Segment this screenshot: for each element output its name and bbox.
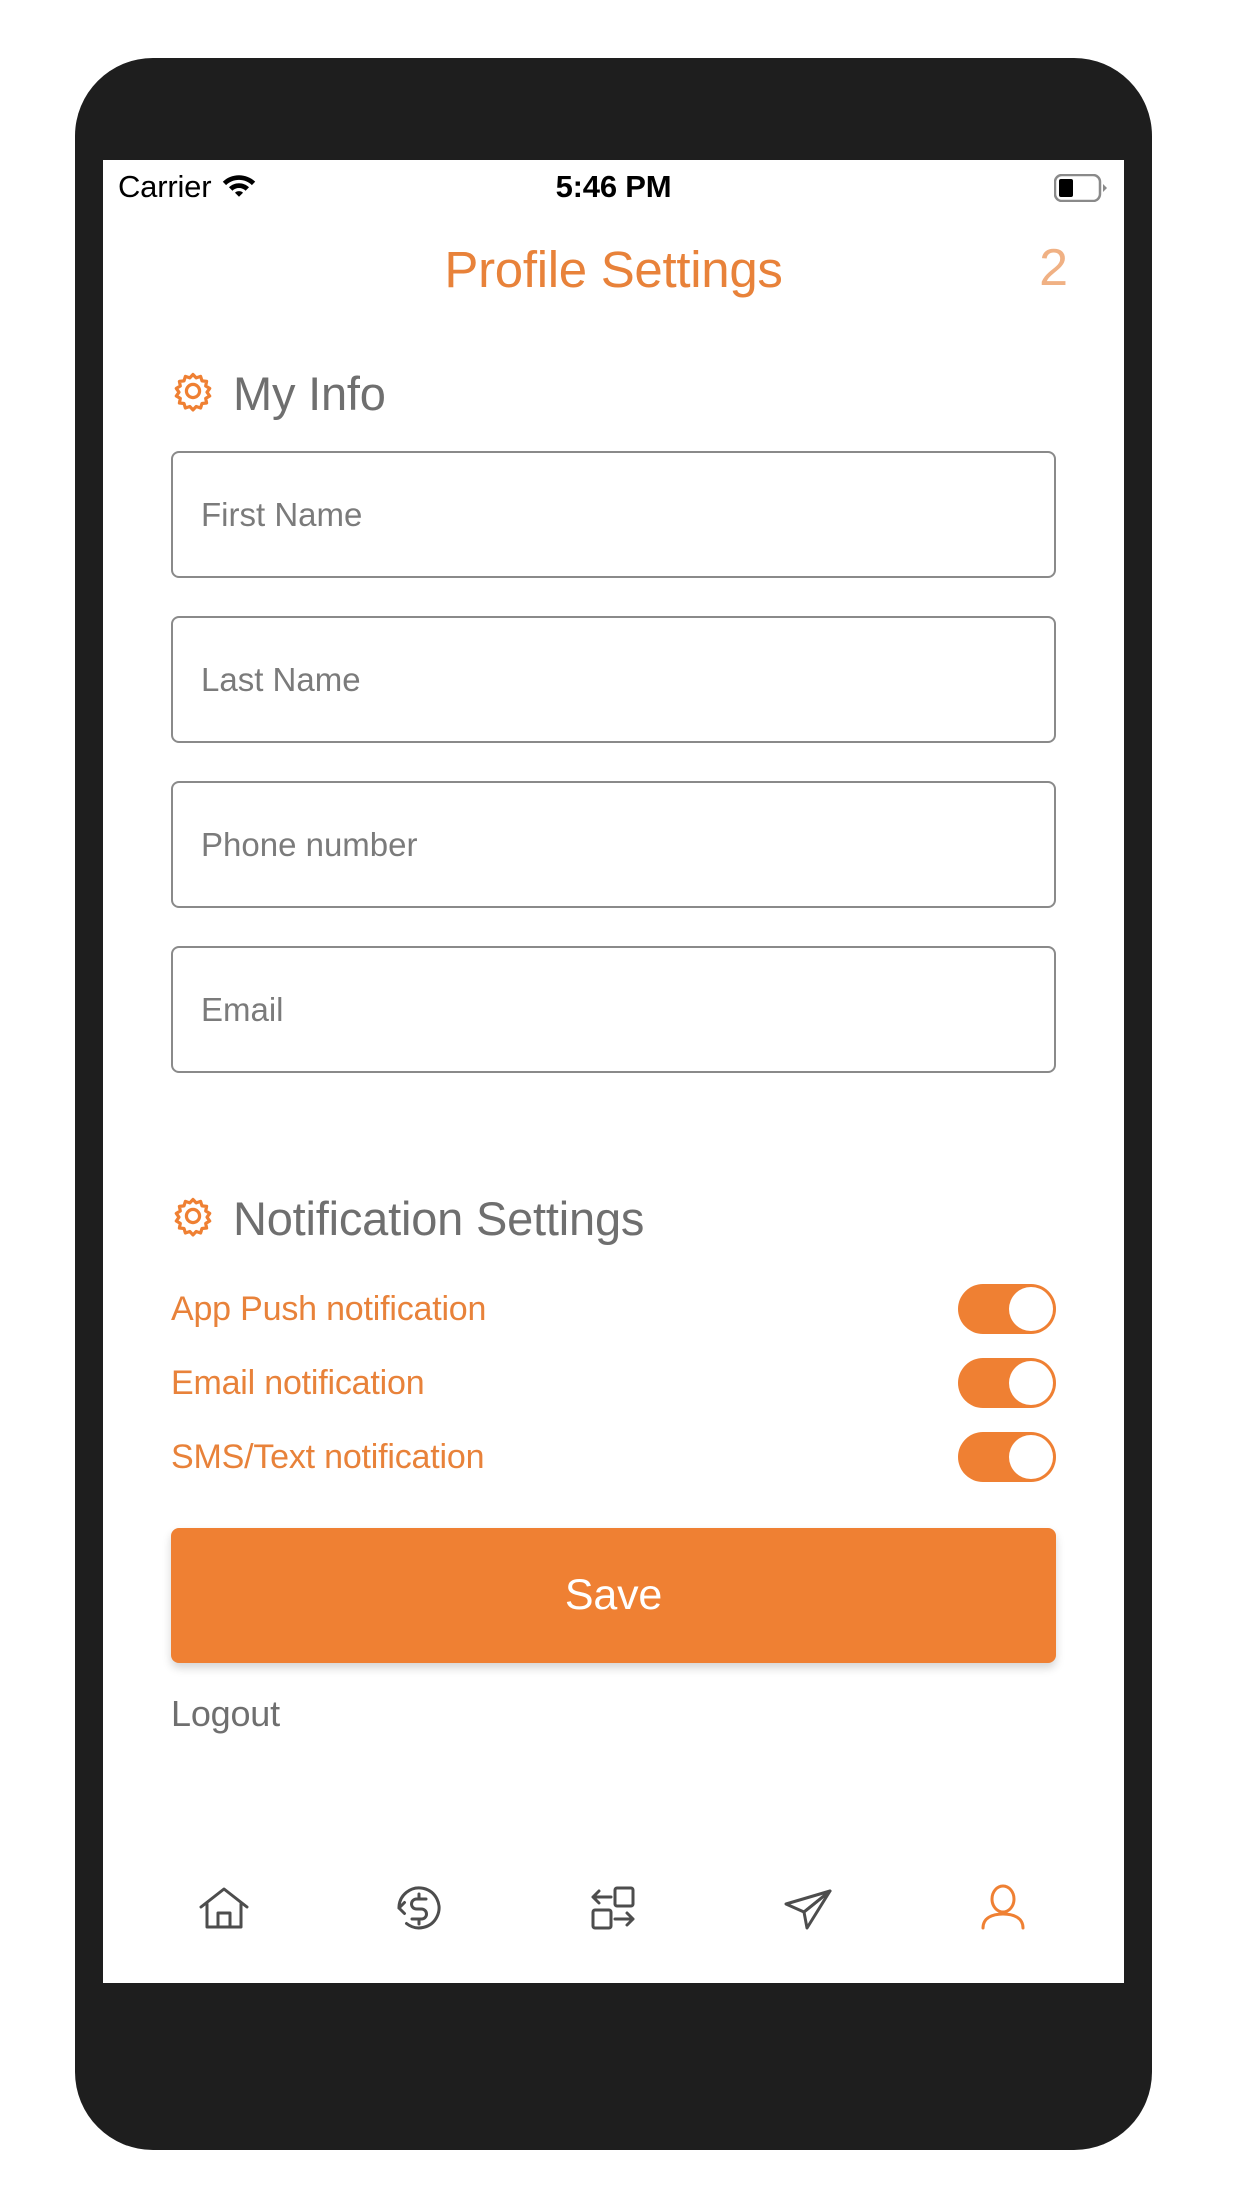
last-name-input[interactable]: [171, 616, 1056, 743]
toggle-sms-text-notification[interactable]: [958, 1432, 1056, 1482]
phone-screen: Carrier 5:46 PM Profile Settings 2 My In…: [103, 160, 1124, 1983]
save-button[interactable]: Save: [171, 1528, 1056, 1663]
toggle-knob: [1009, 1435, 1053, 1479]
transfer-icon: [585, 1880, 641, 1941]
dollar-refresh-icon: [391, 1880, 447, 1941]
notification-row-sms: SMS/Text notification: [171, 1420, 1056, 1494]
nav-item-transfer[interactable]: [553, 1861, 673, 1961]
bottom-navigation-bar: [103, 1838, 1124, 1983]
status-bar: Carrier 5:46 PM: [103, 160, 1124, 218]
content-area: My Info Notification Se: [103, 366, 1124, 1735]
screenshot-root: Carrier 5:46 PM Profile Settings 2 My In…: [0, 0, 1242, 2208]
notification-label-email: Email notification: [171, 1363, 425, 1402]
section-header-notification-settings: Notification Settings: [171, 1191, 1056, 1246]
gear-icon: [171, 1194, 215, 1243]
home-icon: [196, 1880, 252, 1941]
toggle-email-notification[interactable]: [958, 1358, 1056, 1408]
toggle-knob: [1009, 1361, 1053, 1405]
notification-toggle-list: App Push notification Email notification…: [171, 1272, 1056, 1494]
logout-link[interactable]: Logout: [171, 1693, 280, 1735]
toggle-app-push-notification[interactable]: [958, 1284, 1056, 1334]
phone-number-input[interactable]: [171, 781, 1056, 908]
section-title-notification-settings: Notification Settings: [233, 1192, 645, 1245]
nav-item-home[interactable]: [164, 1861, 284, 1961]
gear-icon: [171, 369, 215, 418]
app-header: Profile Settings 2: [103, 218, 1124, 328]
notification-row-email: Email notification: [171, 1346, 1056, 1420]
notification-label-app-push: App Push notification: [171, 1289, 487, 1328]
notification-row-app-push: App Push notification: [171, 1272, 1056, 1346]
notification-label-sms: SMS/Text notification: [171, 1437, 485, 1476]
paper-plane-icon: [780, 1880, 836, 1941]
nav-item-profile[interactable]: [943, 1861, 1063, 1961]
battery-icon: [1053, 173, 1108, 207]
email-input[interactable]: [171, 946, 1056, 1073]
nav-item-send[interactable]: [748, 1861, 868, 1961]
header-badge[interactable]: 2: [1039, 238, 1068, 298]
page-title: Profile Settings: [444, 241, 783, 298]
toggle-knob: [1009, 1287, 1053, 1331]
status-time: 5:46 PM: [555, 169, 672, 204]
my-info-fields: [171, 451, 1056, 1111]
first-name-input[interactable]: [171, 451, 1056, 578]
section-title-my-info: My Info: [233, 367, 386, 420]
nav-item-refund[interactable]: [359, 1861, 479, 1961]
section-header-my-info: My Info: [171, 366, 1056, 421]
person-icon: [975, 1880, 1031, 1941]
